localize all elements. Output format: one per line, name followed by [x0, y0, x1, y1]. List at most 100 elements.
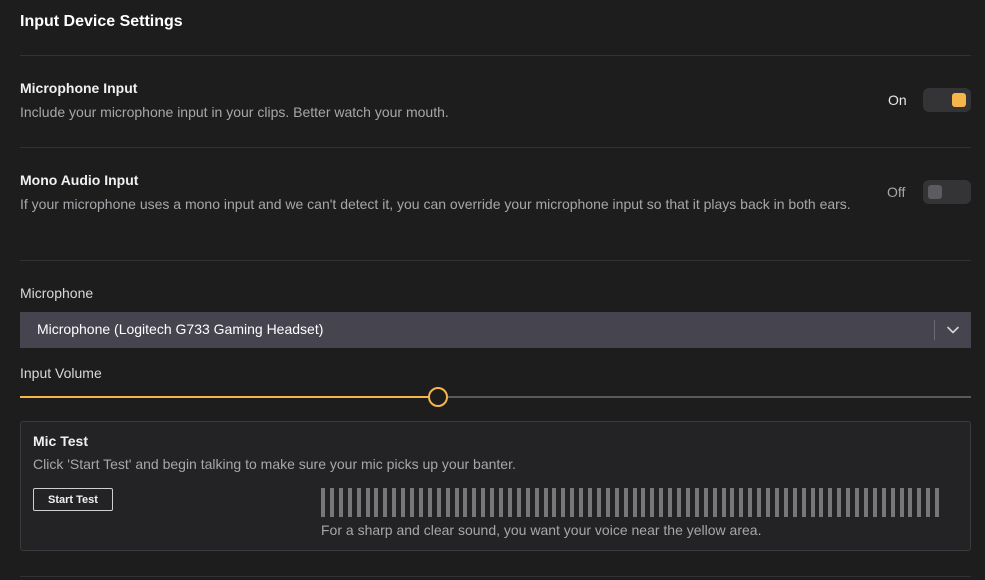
- meter-bar: [561, 488, 565, 517]
- meter-bar: [624, 488, 628, 517]
- input-volume-thumb[interactable]: [428, 387, 449, 407]
- meter-bar: [339, 488, 343, 517]
- mono-audio-input-description: If your microphone uses a mono input and…: [20, 196, 851, 212]
- mono-audio-input-state-label: Off: [887, 184, 906, 200]
- meter-bar: [410, 488, 414, 517]
- meter-bar: [463, 488, 467, 517]
- meter-bar: [357, 488, 361, 517]
- meter-bar: [739, 488, 743, 517]
- toggle-knob: [928, 185, 942, 199]
- mono-audio-input-toggle[interactable]: [923, 180, 971, 204]
- microphone-input-state-label: On: [888, 92, 907, 108]
- meter-bar: [766, 488, 770, 517]
- microphone-label: Microphone: [20, 285, 94, 301]
- meter-bar: [633, 488, 637, 517]
- meter-bar: [704, 488, 708, 517]
- meter-bar: [481, 488, 485, 517]
- microphone-input-description: Include your microphone input in your cl…: [20, 104, 449, 120]
- chevron-down-icon[interactable]: [946, 323, 960, 337]
- meter-bar: [668, 488, 672, 517]
- meter-bar: [508, 488, 512, 517]
- meter-bar: [455, 488, 459, 517]
- meter-bar: [846, 488, 850, 517]
- input-volume-slider[interactable]: [20, 387, 971, 407]
- meter-bar: [597, 488, 601, 517]
- microphone-input-title: Microphone Input: [20, 80, 138, 96]
- meter-bar: [330, 488, 334, 517]
- meter-bar: [730, 488, 734, 517]
- microphone-selected-value: Microphone (Logitech G733 Gaming Headset…: [37, 321, 324, 337]
- meter-bar: [606, 488, 610, 517]
- select-separator: [934, 320, 935, 340]
- microphone-input-toggle[interactable]: [923, 88, 971, 112]
- meter-bar: [695, 488, 699, 517]
- meter-bar: [472, 488, 476, 517]
- meter-bar: [757, 488, 761, 517]
- meter-bar: [615, 488, 619, 517]
- meter-bar: [900, 488, 904, 517]
- divider: [20, 260, 971, 261]
- meter-bar: [570, 488, 574, 517]
- divider: [20, 576, 971, 577]
- input-volume-label: Input Volume: [20, 365, 102, 381]
- meter-bar: [917, 488, 921, 517]
- meter-bar: [526, 488, 530, 517]
- meter-bar: [544, 488, 548, 517]
- meter-bar: [748, 488, 752, 517]
- meter-bar: [722, 488, 726, 517]
- meter-bar: [811, 488, 815, 517]
- divider: [20, 55, 971, 56]
- meter-bar: [588, 488, 592, 517]
- meter-bar: [802, 488, 806, 517]
- meter-bar: [819, 488, 823, 517]
- meter-bar: [366, 488, 370, 517]
- mic-test-hint: For a sharp and clear sound, you want yo…: [321, 522, 762, 538]
- meter-bar: [677, 488, 681, 517]
- meter-bar: [855, 488, 859, 517]
- meter-bar: [686, 488, 690, 517]
- meter-bar: [321, 488, 325, 517]
- meter-bar: [659, 488, 663, 517]
- mono-audio-input-title: Mono Audio Input: [20, 172, 139, 188]
- meter-bar: [873, 488, 877, 517]
- meter-bar: [828, 488, 832, 517]
- meter-bar: [908, 488, 912, 517]
- mic-test-panel: Mic Test Click 'Start Test' and begin ta…: [20, 421, 971, 551]
- meter-bar: [793, 488, 797, 517]
- meter-bar: [419, 488, 423, 517]
- mic-test-description: Click 'Start Test' and begin talking to …: [33, 456, 516, 472]
- divider: [20, 147, 971, 148]
- mic-level-meter: [321, 488, 945, 517]
- meter-bar: [552, 488, 556, 517]
- meter-bar: [437, 488, 441, 517]
- meter-bar: [784, 488, 788, 517]
- meter-bar: [882, 488, 886, 517]
- meter-bar: [579, 488, 583, 517]
- meter-bar: [713, 488, 717, 517]
- meter-bar: [499, 488, 503, 517]
- meter-bar: [650, 488, 654, 517]
- meter-bar: [641, 488, 645, 517]
- meter-bar: [864, 488, 868, 517]
- meter-bar: [383, 488, 387, 517]
- meter-bar: [891, 488, 895, 517]
- toggle-knob: [952, 93, 966, 107]
- meter-bar: [348, 488, 352, 517]
- meter-bar: [935, 488, 939, 517]
- meter-bar: [535, 488, 539, 517]
- input-volume-fill: [20, 396, 439, 398]
- meter-bar: [775, 488, 779, 517]
- meter-bar: [837, 488, 841, 517]
- page-title: Input Device Settings: [20, 13, 183, 30]
- meter-bar: [517, 488, 521, 517]
- microphone-select[interactable]: Microphone (Logitech G733 Gaming Headset…: [20, 312, 971, 348]
- mic-test-title: Mic Test: [33, 433, 88, 449]
- start-test-button[interactable]: Start Test: [33, 488, 113, 511]
- meter-bar: [446, 488, 450, 517]
- meter-bar: [392, 488, 396, 517]
- meter-bar: [374, 488, 378, 517]
- meter-bar: [428, 488, 432, 517]
- meter-bar: [926, 488, 930, 517]
- meter-bar: [490, 488, 494, 517]
- meter-bar: [401, 488, 405, 517]
